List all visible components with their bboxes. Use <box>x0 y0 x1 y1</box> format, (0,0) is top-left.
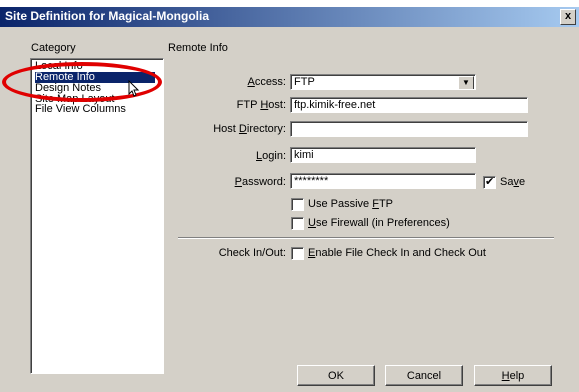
host-directory-label: Host Directory: <box>213 123 286 135</box>
window-title: Site Definition for Magical-Mongolia <box>5 9 209 23</box>
help-button[interactable]: Help <box>474 365 552 386</box>
check-in-out-label: Check In/Out: <box>218 247 286 259</box>
title-bar[interactable]: Site Definition for Magical-Mongolia x <box>0 7 579 27</box>
save-label: Save <box>500 176 526 188</box>
close-button[interactable]: x <box>560 9 576 25</box>
cancel-button[interactable]: Cancel <box>385 365 463 386</box>
passive-ftp-checkbox[interactable] <box>291 198 304 211</box>
access-value: FTP <box>294 76 315 88</box>
background-window-strip <box>0 0 579 7</box>
mouse-cursor-icon <box>128 80 140 97</box>
panel-header: Remote Info <box>168 42 228 54</box>
category-item-file-view-columns[interactable]: File View Columns <box>35 104 126 115</box>
chevron-down-icon[interactable]: ▼ <box>458 76 474 89</box>
ftp-host-input[interactable]: ftp.kimik-free.net <box>290 97 528 113</box>
host-directory-input[interactable] <box>290 121 528 137</box>
access-select[interactable]: FTP ▼ <box>290 74 476 90</box>
access-label: Access: <box>247 76 286 88</box>
enable-check-in-out-label: Enable File Check In and Check Out <box>308 247 486 259</box>
save-checkbox[interactable] <box>483 175 496 189</box>
ok-button[interactable]: OK <box>297 365 375 386</box>
category-header: Category <box>31 42 76 54</box>
firewall-checkbox[interactable] <box>291 217 304 230</box>
password-label: Password: <box>234 176 286 188</box>
password-input[interactable]: ******** <box>290 173 476 189</box>
passive-ftp-label: Use Passive FTP <box>308 198 393 210</box>
login-label: Login: <box>256 150 286 162</box>
firewall-label: Use Firewall (in Preferences) <box>308 217 450 229</box>
category-list[interactable]: Local Info Remote Info Design Notes Site… <box>30 58 164 374</box>
ftp-host-label: FTP Host: <box>236 99 286 111</box>
divider <box>178 237 554 239</box>
enable-check-in-out-checkbox[interactable] <box>291 247 304 260</box>
login-input[interactable]: kimi <box>290 147 476 163</box>
